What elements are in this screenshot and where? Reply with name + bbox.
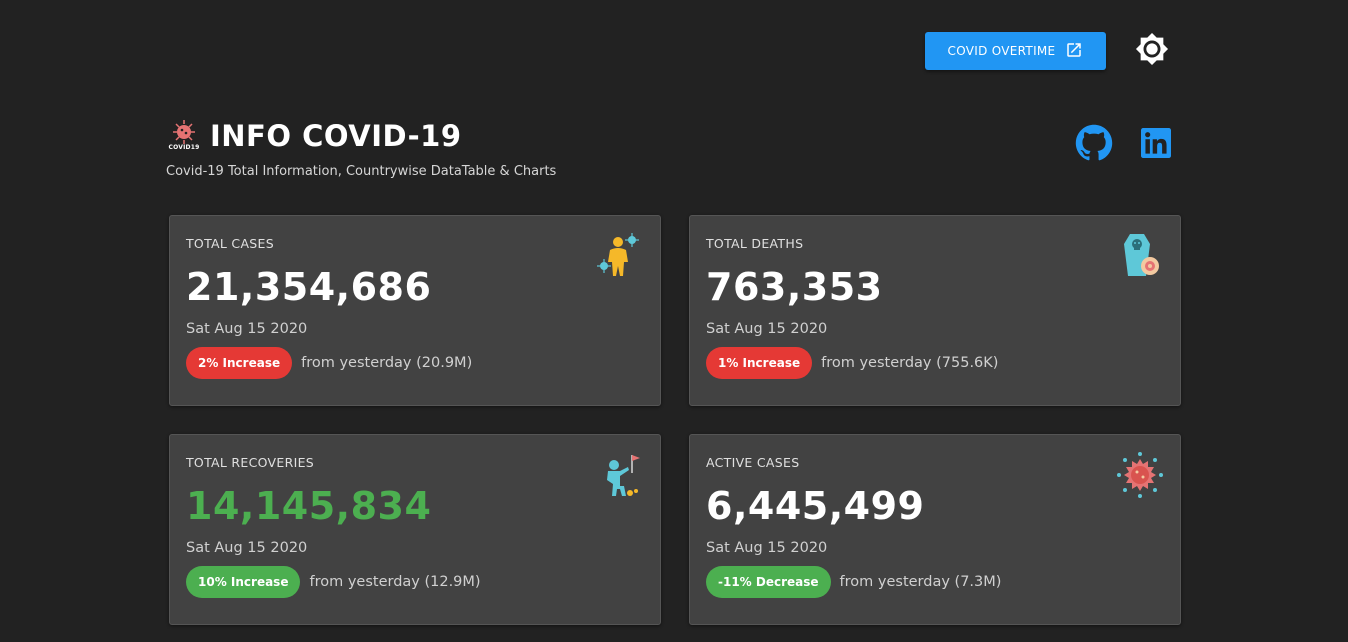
brightness-icon (1135, 32, 1169, 70)
github-icon (1075, 124, 1113, 161)
total-recoveries-card: TOTAL RECOVERIES 14,145,834 Sat Aug 15 2… (169, 434, 661, 625)
page-title: INFO COVID-19 (210, 119, 462, 153)
open-in-new-icon (1065, 41, 1083, 62)
card-label: TOTAL CASES (186, 236, 274, 251)
page-header: COVID19 INFO COVID-19 Covid-19 Total Inf… (166, 118, 1182, 179)
card-date: Sat Aug 15 2020 (186, 321, 308, 337)
person-flag-icon (607, 455, 640, 496)
card-value: 21,354,686 (186, 265, 432, 309)
page-subtitle: Covid-19 Total Information, Countrywise … (166, 164, 557, 179)
card-label: TOTAL DEATHS (706, 236, 804, 251)
total-deaths-card: TOTAL DEATHS 763,353 Sat Aug 15 2020 1% … (689, 215, 1181, 406)
coffin-icon (1124, 234, 1159, 276)
trend-text: from yesterday (20.9M) (301, 355, 473, 371)
card-value: 14,145,834 (186, 484, 432, 528)
covid-logo: COVID19 (166, 118, 202, 154)
virus-logo-icon (173, 120, 195, 144)
trend-chip: 10% Increase (186, 566, 301, 598)
trend-chip: 2% Increase (186, 347, 293, 379)
theme-toggle-button[interactable] (1132, 31, 1172, 71)
covid-overtime-button[interactable]: COVID OVERTIME (925, 32, 1106, 70)
covid-overtime-label: COVID OVERTIME (947, 44, 1056, 58)
total-cases-card: TOTAL CASES 21,354,686 Sat Aug 15 2020 2… (169, 215, 661, 406)
card-date: Sat Aug 15 2020 (706, 540, 828, 556)
card-value: 763,353 (706, 265, 883, 309)
person-virus-icon (597, 233, 639, 276)
card-date: Sat Aug 15 2020 (706, 321, 828, 337)
card-value: 6,445,499 (706, 484, 925, 528)
linkedin-icon (1141, 128, 1171, 158)
social-links (1075, 124, 1171, 166)
github-link[interactable] (1075, 124, 1113, 166)
virus-icon (1117, 452, 1163, 498)
card-date: Sat Aug 15 2020 (186, 540, 308, 556)
trend-text: from yesterday (755.6K) (821, 355, 999, 371)
logo-text: COVID19 (168, 144, 200, 151)
trend-chip: -11% Decrease (706, 566, 831, 598)
trend-text: from yesterday (12.9M) (309, 574, 481, 590)
active-cases-card: ACTIVE CASES 6,445,499 Sat Aug 15 2020 -… (689, 434, 1181, 625)
trend-chip: 1% Increase (706, 347, 813, 379)
linkedin-link[interactable] (1141, 128, 1171, 162)
card-label: ACTIVE CASES (706, 455, 800, 470)
card-label: TOTAL RECOVERIES (186, 455, 315, 470)
trend-text: from yesterday (7.3M) (839, 574, 1002, 590)
